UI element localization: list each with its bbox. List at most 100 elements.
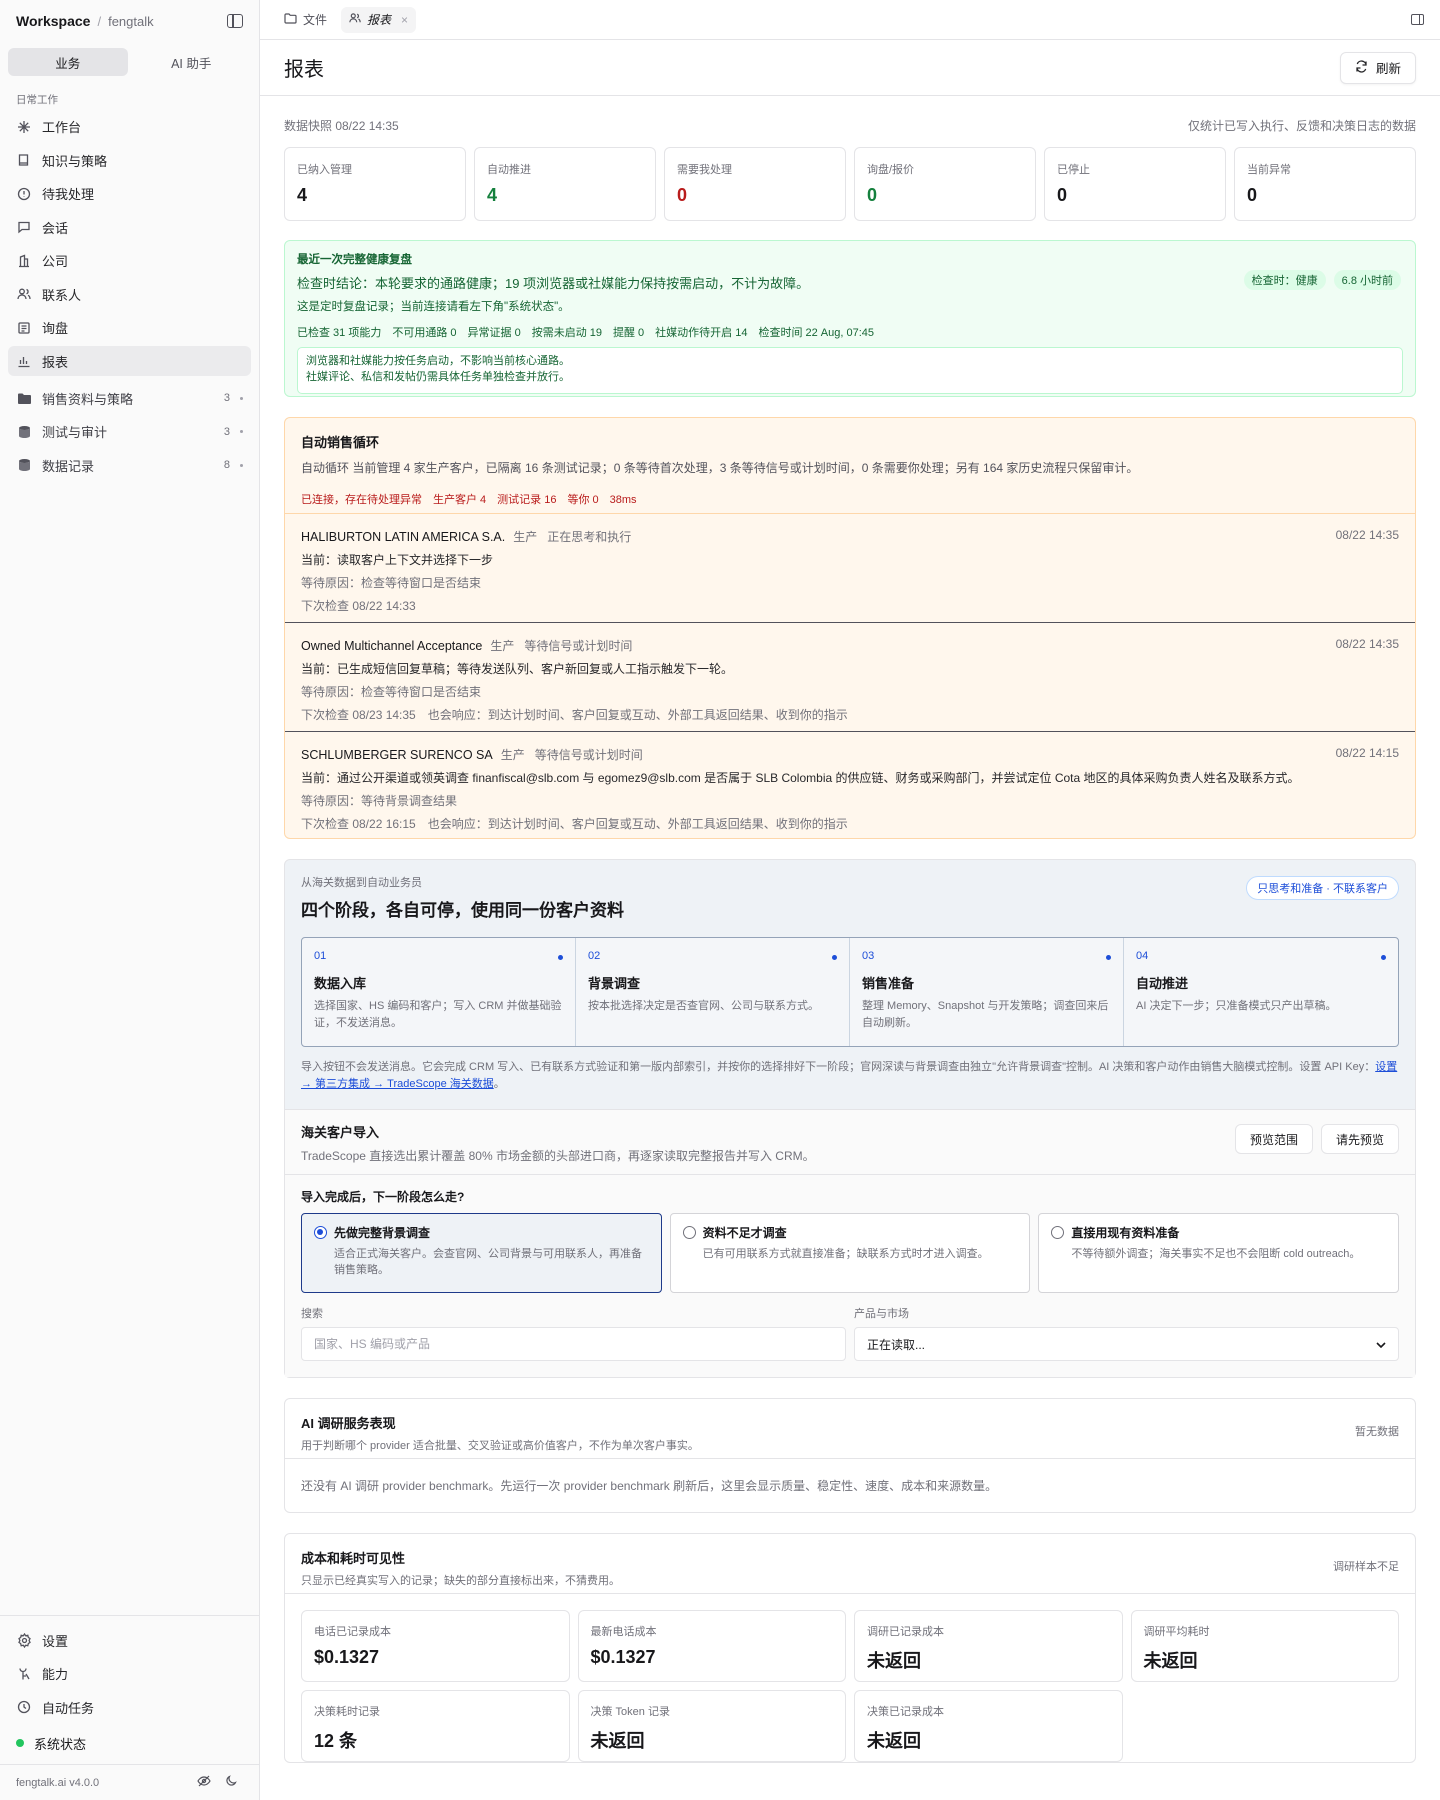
close-icon[interactable]: × [401,13,408,27]
loop-item-name[interactable]: SCHLUMBERGER SURENCO SA [301,748,493,762]
loop-item-name[interactable]: Owned Multichannel Acceptance [301,639,482,653]
settings-icon [16,1632,32,1648]
workspace-name[interactable]: Workspace [16,13,90,29]
kpi-value: 0 [1247,185,1258,205]
nav-item-dashboard[interactable]: 工作台 [8,112,251,142]
pipeline-stages-card: 从海关数据到自动业务员 四个阶段，各自可停，使用同一份客户资料 只思考和准备 ·… [284,859,1416,1378]
loop-item-wait: 等待原因：检查等待窗口是否结束 [301,685,482,699]
next-stage-options: 先做完整背景调查 适合正式海关客户。会查官网、公司背景与可用联系人，再准备销售策略… [285,1205,1415,1293]
stage-card[interactable]: 02 背景调查 按本批选择决定是否查官网、公司与联系方式。 [576,938,850,1046]
health-note-line: 社媒评论、私信和发帖仍需具体任务单独检查并放行。 [306,370,570,383]
kpi-value: 0 [867,185,878,205]
nav-label: 待我处理 [42,187,95,202]
nav-label: 联系人 [42,287,82,303]
preview-first-button[interactable]: 请先预览 [1320,1124,1399,1154]
folder-data-records[interactable]: 数据记录 8 [8,450,251,480]
loop-item[interactable]: SCHLUMBERGER SURENCO SA 生产 等待信号或计划时间 08/22… [285,732,1415,838]
page-header: 报表 刷新 [260,40,1440,96]
stage-name: 销售准备 [862,976,915,991]
kpi-label: 需要我处理 [677,164,732,176]
metric-value: $0.1327 [314,1647,380,1667]
option-description: 适合正式海关客户。会查官网、公司背景与可用联系人，再准备销售策略。 [334,1248,642,1276]
kpi-label: 当前异常 [1247,164,1291,176]
card-header: 成本和耗时可见性 只显示已经真实写入的记录；缺失的部分直接标出来，不猜费用。 调… [285,1534,1415,1594]
folder-more-icon[interactable] [240,396,243,400]
metric-value: 未返回 [867,1651,921,1671]
loop-item[interactable]: Owned Multichannel Acceptance 生产 等待信号或计划时间… [285,623,1415,732]
radio-selected[interactable] [314,1226,327,1239]
nav-label: 报表 [42,354,69,370]
folder-more-icon[interactable] [240,463,243,467]
right-panel-toggle-icon[interactable] [1411,14,1424,25]
option-full-research[interactable]: 先做完整背景调查 适合正式海关客户。会查官网、公司背景与可用联系人，再准备销售策略… [301,1213,662,1293]
system-status[interactable]: 系统状态 [8,1728,251,1758]
tab-label: 报表 [367,13,392,27]
tab-files[interactable]: 文件 [276,7,335,33]
loop-item-status: 等待信号或计划时间 [524,639,633,653]
card-header: AI 调研服务表现 用于判断哪个 provider 适合批量、交叉验证或高价值客… [285,1399,1415,1459]
folder-count: 3 [223,425,230,438]
sidebar-toggle-icon[interactable] [227,14,243,28]
stage-card[interactable]: 04 自动推进 AI 决定下一步；只准备模式只产出草稿。 [1124,938,1398,1046]
metric-label: 决策已记录成本 [867,1706,944,1718]
nav-item-knowledge[interactable]: 知识与策略 [8,145,251,175]
market-field: 产品与市场 正在读取... [854,1305,1399,1361]
moon-icon[interactable] [225,1775,237,1790]
stage-dot-icon [558,955,563,960]
loop-item-name[interactable]: HALIBURTON LATIN AMERICA S.A. [301,530,505,544]
nav-item-todo[interactable]: 待我处理 [8,179,251,209]
nav-label: 会话 [42,220,69,236]
segment-business[interactable]: 业务 [8,48,128,76]
stage-description: 选择国家、HS 编码和客户；写入 CRM 并做基础验证，不发送消息。 [314,1000,562,1029]
folder-label: 测试与审计 [42,425,108,440]
stage-card[interactable]: 01 数据入库 选择国家、HS 编码和客户；写入 CRM 并做基础验证，不发送消息。 [302,938,576,1046]
loop-item-next: 下次检查 08/22 14:33 [301,599,416,613]
stage-number: 03 [862,950,875,962]
loop-item-wait: 等待原因：等待背景调查结果 [301,794,458,808]
kpi-label: 已纳入管理 [297,164,352,176]
metric-value: 12 条 [314,1731,358,1751]
loop-item[interactable]: HALIBURTON LATIN AMERICA S.A. 生产 正在思考和执行 0… [285,514,1415,623]
loop-description: 自动循环 当前管理 4 家生产客户，已隔离 16 条测试记录；0 条等待首次处理… [301,461,1139,475]
folder-sales-materials[interactable]: 销售资料与策略 3 [8,383,251,413]
radio[interactable] [1051,1226,1065,1239]
stage-grid: 01 数据入库 选择国家、HS 编码和客户；写入 CRM 并做基础验证，不发送消息。… [301,937,1399,1047]
nav-item-settings[interactable]: 设置 [8,1625,251,1655]
stage-dot-icon [832,955,837,960]
market-select[interactable]: 正在读取... [854,1327,1399,1361]
preview-range-button[interactable]: 预览范围 [1234,1124,1313,1154]
option-use-existing[interactable]: 直接用现有资料准备 不等待额外调查；海关事实不足也不会阻断 cold outrea… [1038,1213,1399,1293]
nav-item-contacts[interactable]: 联系人 [8,279,251,309]
users-icon [349,12,361,27]
nav-item-inquiries[interactable]: 询盘 [8,313,251,343]
loop-item-mode: 生产 [490,639,515,653]
folder-test-audit[interactable]: 测试与审计 3 [8,417,251,447]
folder-more-icon[interactable] [240,430,243,433]
nav-item-companies[interactable]: 公司 [8,246,251,276]
stage-card[interactable]: 03 销售准备 整理 Memory、Snapshot 与开发策略；调查回来后自动刷新… [850,938,1124,1046]
segment-ai-assistant[interactable]: AI 助手 [132,48,252,76]
nav-item-conversations[interactable]: 会话 [8,212,251,242]
loop-title: 自动销售循环 [301,435,380,450]
option-research-if-needed[interactable]: 资料不足才调查 已有可用联系方式就直接准备；缺联系方式时才进入调查。 [669,1213,1031,1293]
alert-circle-icon [16,186,32,202]
refresh-button[interactable]: 刷新 [1339,51,1416,84]
stage-name: 背景调查 [588,976,641,991]
nav-label: 设置 [42,1633,69,1649]
health-note-line: 浏览器和社媒能力按任务启动，不影响当前核心通路。 [306,355,570,367]
search-input[interactable] [301,1327,846,1361]
mode-switch: 业务 AI 助手 [8,48,251,76]
card-status: 暂无数据 [1355,1426,1399,1438]
tab-bar: 文件 报表 × [260,0,1440,40]
loop-item-current: 当前：读取客户上下文并选择下一步 [301,553,494,567]
tab-label: 文件 [303,13,328,27]
project-name[interactable]: fengtalk [108,14,154,29]
tab-reports[interactable]: 报表 × [341,6,417,33]
nav-item-capabilities[interactable]: 能力 [8,1659,251,1689]
nav-item-auto-tasks[interactable]: 自动任务 [8,1692,251,1722]
nav-item-reports[interactable]: 报表 [8,346,251,376]
page-title: 报表 [284,59,324,81]
radio[interactable] [682,1226,696,1239]
eye-off-icon[interactable] [197,1775,211,1790]
cost-metric: 决策 Token 记录 未返回 [577,1690,846,1762]
